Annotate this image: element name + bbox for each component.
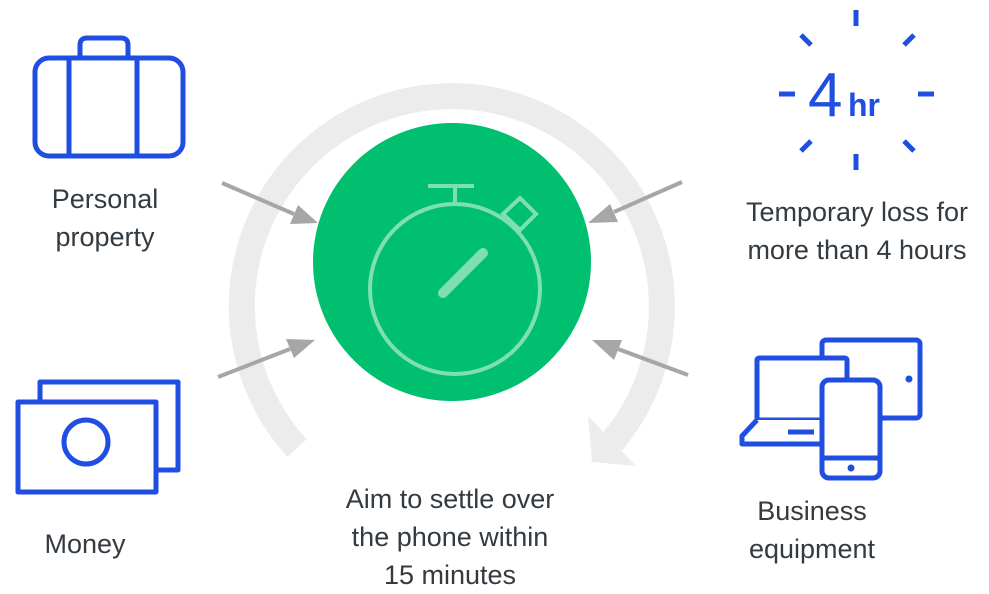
label-line: Business <box>757 496 867 526</box>
label-line: Aim to settle over <box>345 484 555 514</box>
banknote-icon <box>15 379 181 495</box>
label-business-equipment: Business equipment <box>712 492 912 568</box>
label-line: 15 minutes <box>383 560 517 590</box>
four-hour-unit: hr <box>848 87 880 123</box>
devices-icon <box>739 337 923 481</box>
label-line: equipment <box>748 534 876 564</box>
label-temporary-loss: Temporary loss for more than 4 hours <box>722 193 989 269</box>
label-line: Money <box>44 529 126 559</box>
center-circle <box>313 123 591 401</box>
label-line: more than 4 hours <box>747 235 967 265</box>
label-settle-target: Aim to settle over the phone within 15 m… <box>300 480 600 594</box>
four-hour-number: 4 <box>808 61 842 130</box>
label-line: property <box>55 222 155 252</box>
label-personal-property: Personal property <box>10 180 200 256</box>
label-line: Personal <box>51 184 159 214</box>
label-line: Temporary loss for <box>745 197 969 227</box>
suitcase-icon <box>32 35 186 159</box>
label-line: the phone within <box>351 522 549 552</box>
label-money: Money <box>10 525 160 563</box>
